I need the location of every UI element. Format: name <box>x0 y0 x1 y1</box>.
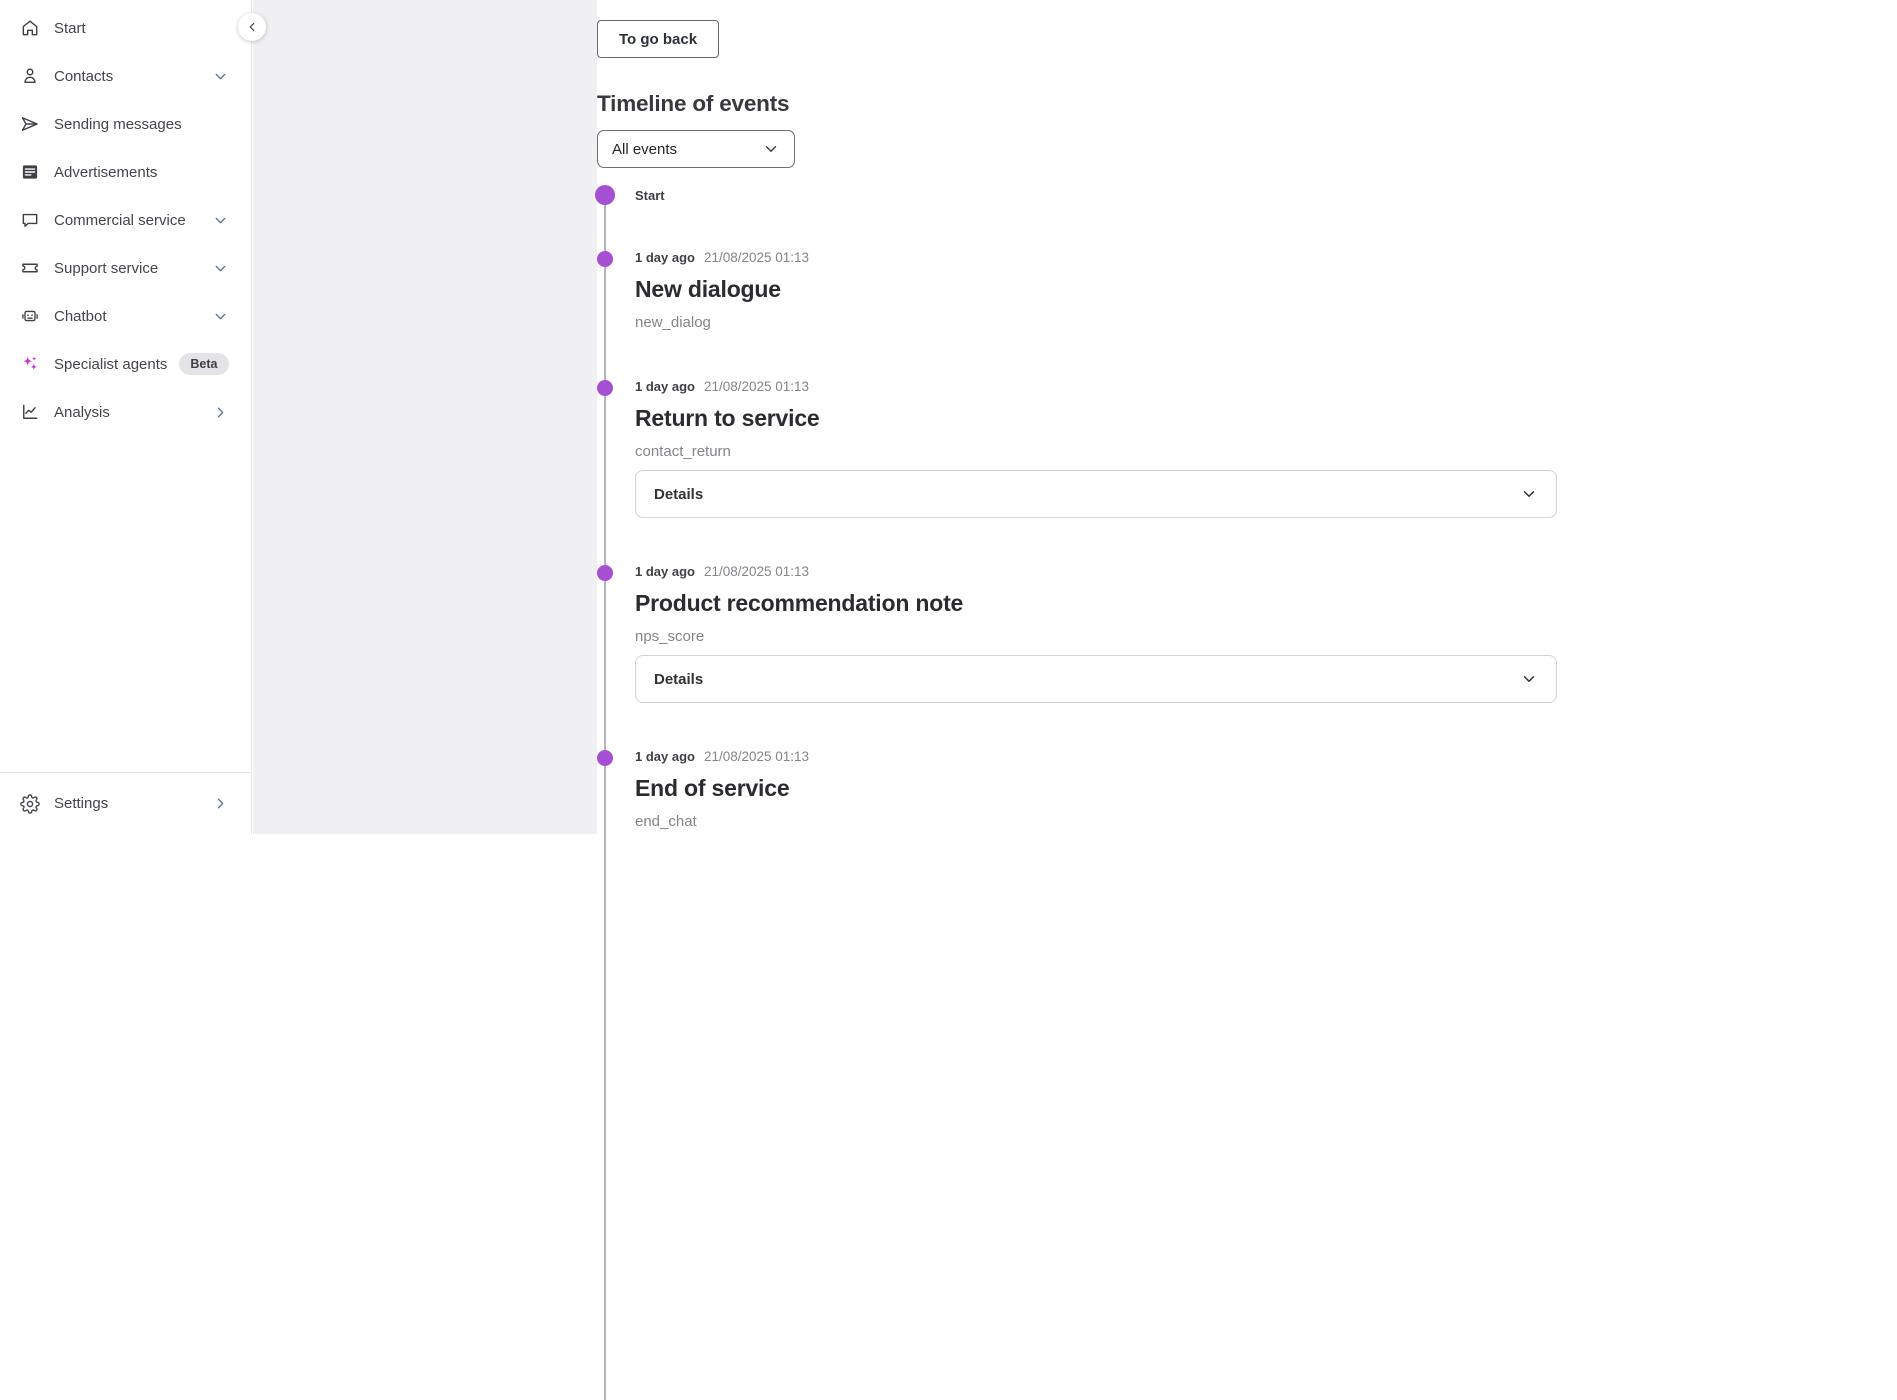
event-title: Return to service <box>635 405 820 431</box>
sidebar-item-sending-messages[interactable]: Sending messages <box>0 100 251 148</box>
sidebar-item-label: Commercial service <box>54 211 186 229</box>
person-icon <box>20 66 40 86</box>
gear-icon <box>20 793 40 814</box>
event-meta: 1 day ago 21/08/2025 01:13 <box>635 250 1897 268</box>
sidebar-item-chatbot[interactable]: Chatbot <box>0 292 251 340</box>
timeline-dot <box>597 750 613 766</box>
sidebar-item-label: Advertisements <box>54 163 158 181</box>
ads-icon <box>20 162 40 182</box>
sidebar-item-label: Chatbot <box>54 307 107 325</box>
chevron-down-icon <box>212 308 229 325</box>
event-title: Product recommendation note <box>635 590 964 616</box>
event-title: End of service <box>635 775 790 801</box>
event-code: new_dialog <box>635 314 711 331</box>
timeline-event: 1 day ago 21/08/2025 01:13 End of servic… <box>597 749 1897 832</box>
event-details-toggle[interactable]: Details <box>635 655 1557 703</box>
sidebar-collapse-button[interactable] <box>238 13 266 41</box>
sidebar-item-label: Analysis <box>54 403 110 421</box>
page-title: Timeline of events <box>597 91 790 116</box>
sparkles-icon <box>20 354 40 374</box>
sidebar-item-support-service[interactable]: Support service <box>0 244 251 292</box>
timeline-event: 1 day ago 21/08/2025 01:13 New dialogue … <box>597 250 1897 333</box>
event-relative-time: 1 day ago <box>635 379 695 394</box>
sidebar-item-label: Support service <box>54 259 159 277</box>
timeline-dot <box>595 185 615 205</box>
event-code: nps_score <box>635 628 705 645</box>
sidebar-item-settings[interactable]: Settings <box>0 773 251 834</box>
details-label: Details <box>654 670 704 688</box>
sidebar-item-contacts[interactable]: Contacts <box>0 52 251 100</box>
event-relative-time: 1 day ago <box>635 250 695 265</box>
sidebar-item-specialist-agents[interactable]: Specialist agents Beta <box>0 340 251 388</box>
sidebar-footer: Settings <box>0 772 251 834</box>
event-timestamp: 21/08/2025 01:13 <box>703 379 810 394</box>
timeline: Start 1 day ago 21/08/2025 01:13 New dia… <box>595 185 1897 1400</box>
chat-bubble-icon <box>20 210 40 230</box>
sidebar: Start Contacts Sending messages Advertis… <box>0 0 252 834</box>
sidebar-item-label: Sending messages <box>54 115 182 133</box>
timeline-dot <box>597 565 613 581</box>
chevron-right-icon <box>212 404 229 421</box>
sidebar-item-label: Contacts <box>54 67 114 85</box>
chevron-down-icon <box>1520 485 1538 503</box>
chevron-down-icon <box>212 212 229 229</box>
send-icon <box>20 114 40 134</box>
event-relative-time: 1 day ago <box>635 749 695 764</box>
event-timestamp: 21/08/2025 01:13 <box>703 749 810 764</box>
timeline-start-label: Start <box>635 187 665 203</box>
ticket-icon <box>20 258 40 278</box>
sidebar-item-advertisements[interactable]: Advertisements <box>0 148 251 196</box>
line-chart-icon <box>20 402 40 422</box>
beta-badge: Beta <box>179 353 229 375</box>
chevron-down-icon <box>212 68 229 85</box>
event-meta: 1 day ago 21/08/2025 01:13 <box>635 564 1897 582</box>
event-code: end_chat <box>635 813 697 830</box>
timeline-dot <box>597 251 613 267</box>
sidebar-item-analysis[interactable]: Analysis <box>0 388 251 436</box>
timeline-event: 1 day ago 21/08/2025 01:13 Return to ser… <box>597 379 1897 518</box>
timeline-dot <box>597 380 613 396</box>
chevron-right-icon <box>212 795 229 812</box>
event-timestamp: 21/08/2025 01:13 <box>703 564 810 579</box>
details-label: Details <box>654 485 704 503</box>
event-details-toggle[interactable]: Details <box>635 470 1557 518</box>
sidebar-item-label: Settings <box>54 795 109 812</box>
sidebar-item-label: Start <box>54 19 86 37</box>
back-button[interactable]: To go back <box>597 20 720 58</box>
sidebar-item-start[interactable]: Start <box>0 4 251 52</box>
chevron-down-icon <box>212 260 229 277</box>
sidebar-item-commercial-service[interactable]: Commercial service <box>0 196 251 244</box>
secondary-panel <box>253 0 597 834</box>
timeline-start-row: Start <box>595 185 1897 205</box>
home-icon <box>20 18 40 38</box>
sidebar-nav: Start Contacts Sending messages Advertis… <box>0 0 251 436</box>
timeline-event: 1 day ago 21/08/2025 01:13 Product recom… <box>597 564 1897 703</box>
event-code: contact_return <box>635 443 731 460</box>
event-relative-time: 1 day ago <box>635 564 695 579</box>
event-meta: 1 day ago 21/08/2025 01:13 <box>635 379 1897 397</box>
chevron-left-icon <box>245 20 259 34</box>
chevron-down-icon <box>1520 670 1538 688</box>
chevron-down-icon <box>762 140 780 158</box>
event-timestamp: 21/08/2025 01:13 <box>703 250 810 265</box>
robot-icon <box>20 306 40 326</box>
sidebar-item-label: Specialist agents <box>54 355 168 373</box>
event-title: New dialogue <box>635 276 781 302</box>
event-filter-value: All events <box>612 140 678 158</box>
event-filter-select[interactable]: All events <box>597 130 795 168</box>
event-meta: 1 day ago 21/08/2025 01:13 <box>635 749 1897 767</box>
main-content: To go back Timeline of events All events… <box>595 0 1897 1400</box>
